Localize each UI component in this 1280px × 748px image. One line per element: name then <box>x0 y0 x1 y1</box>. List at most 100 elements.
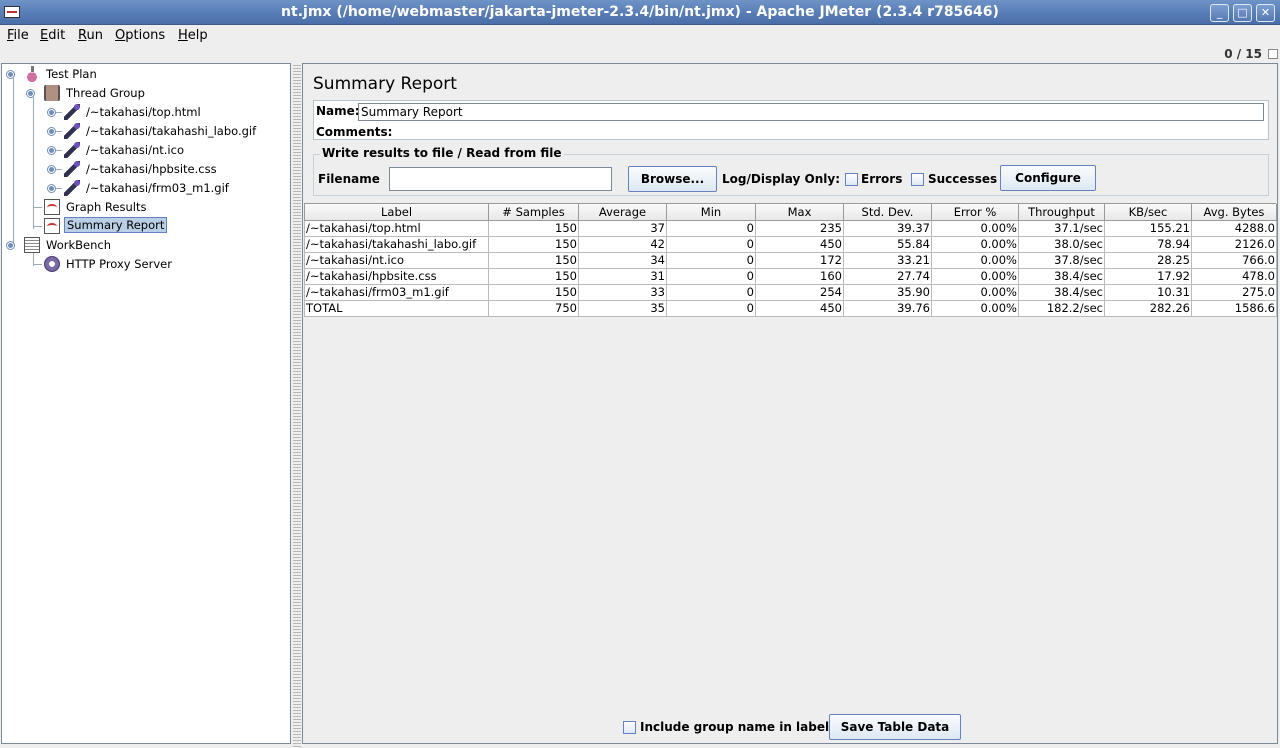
close-button[interactable]: ✕ <box>1256 4 1275 22</box>
menu-options[interactable]: Options <box>115 28 165 43</box>
table-cell: 78.94 <box>1104 235 1192 253</box>
tree-node-http-proxy-server[interactable]: HTTP Proxy Server <box>64 255 174 273</box>
graph-results-icon <box>44 199 60 215</box>
active-threads-counter: 0 / 15 <box>1224 47 1262 61</box>
table-cell: 2126.0 <box>1191 235 1277 253</box>
configure-button[interactable]: Configure <box>1000 165 1096 191</box>
leaf-handle-icon <box>47 165 56 174</box>
column-header[interactable]: # Samples <box>488 204 579 221</box>
table-cell: 150 <box>488 219 579 237</box>
menu-run[interactable]: Run <box>78 28 103 43</box>
table-cell: TOTAL <box>304 299 489 317</box>
errors-label: Errors <box>861 172 903 186</box>
tree-node-sampler[interactable]: /~takahasi/top.html <box>84 103 203 121</box>
table-cell: 750 <box>488 299 579 317</box>
minimize-button[interactable]: _ <box>1210 4 1229 22</box>
table-row[interactable]: /~takahasi/frm03_m1.gif 150 33 0 254 35.… <box>304 283 1277 301</box>
table-cell: 38.4/sec <box>1018 267 1105 285</box>
split-pane-divider[interactable] <box>293 63 301 748</box>
tree-node-sampler[interactable]: /~takahasi/hpbsite.css <box>84 160 219 178</box>
tree-line <box>13 78 14 246</box>
leaf-handle-icon <box>47 108 56 117</box>
include-group-name-checkbox[interactable] <box>623 721 636 734</box>
browse-button[interactable]: Browse... <box>628 166 717 192</box>
menu-file[interactable]: File <box>7 28 29 43</box>
table-row-total[interactable]: TOTAL 750 35 0 450 39.76 0.00% 182.2/sec… <box>304 299 1277 317</box>
table-cell: 0 <box>666 235 756 253</box>
table-cell: 155.21 <box>1104 219 1192 237</box>
table-cell: /~takahasi/takahashi_labo.gif <box>304 235 489 253</box>
tree-node-summary-report[interactable]: Summary Report <box>64 216 168 234</box>
table-cell: 182.2/sec <box>1018 299 1105 317</box>
name-label: Name: <box>316 104 360 118</box>
table-cell: 0 <box>666 267 756 285</box>
expand-toggle-icon[interactable] <box>6 70 15 79</box>
table-cell: 450 <box>755 299 844 317</box>
tree-line <box>56 150 62 151</box>
column-header[interactable]: Avg. Bytes <box>1191 204 1277 221</box>
column-header[interactable]: Error % <box>931 204 1019 221</box>
table-cell: 254 <box>755 283 844 301</box>
tree-line <box>56 169 62 170</box>
menu-bar: File Edit Run Options Help <box>0 25 1280 47</box>
jmeter-window: nt.jmx (/home/webmaster/jakarta-jmeter-2… <box>0 0 1280 748</box>
tree-node-workbench[interactable]: WorkBench <box>44 236 113 254</box>
errors-checkbox[interactable] <box>845 173 858 186</box>
panel-title: Summary Report <box>313 74 457 94</box>
column-header[interactable]: Max <box>755 204 844 221</box>
filename-input[interactable] <box>389 167 612 191</box>
column-header[interactable]: Average <box>578 204 667 221</box>
menu-edit[interactable]: Edit <box>40 28 65 43</box>
table-cell: /~takahasi/hpbsite.css <box>304 267 489 285</box>
include-group-name-label: Include group name in label? <box>640 720 837 734</box>
successes-label: Successes <box>928 172 998 186</box>
tree-node-sampler[interactable]: /~takahasi/frm03_m1.gif <box>84 179 231 197</box>
table-cell: 0.00% <box>931 283 1019 301</box>
table-cell: 160 <box>755 267 844 285</box>
column-header[interactable]: KB/sec <box>1104 204 1192 221</box>
table-cell: 10.31 <box>1104 283 1192 301</box>
expand-toggle-icon[interactable] <box>26 89 35 98</box>
column-header[interactable]: Throughput <box>1018 204 1105 221</box>
table-row[interactable]: /~takahasi/nt.ico 150 34 0 172 33.21 0.0… <box>304 251 1277 269</box>
table-cell: 275.0 <box>1191 283 1277 301</box>
table-cell: 0 <box>666 219 756 237</box>
table-cell: /~takahasi/frm03_m1.gif <box>304 283 489 301</box>
table-cell: 33.21 <box>843 251 932 269</box>
table-cell: 17.92 <box>1104 267 1192 285</box>
comments-label: Comments: <box>316 125 393 139</box>
tree-node-sampler[interactable]: /~takahasi/takahashi_labo.gif <box>84 122 258 140</box>
column-header[interactable]: Min <box>666 204 756 221</box>
table-cell: 0.00% <box>931 299 1019 317</box>
table-cell: 282.26 <box>1104 299 1192 317</box>
table-cell: 478.0 <box>1191 267 1277 285</box>
test-plan-icon <box>24 66 40 82</box>
column-header[interactable]: Std. Dev. <box>843 204 932 221</box>
table-cell: 0 <box>666 283 756 301</box>
tree-node-thread-group[interactable]: Thread Group <box>64 84 147 102</box>
save-table-data-button[interactable]: Save Table Data <box>829 714 961 740</box>
name-field[interactable] <box>358 103 1264 121</box>
log-display-only-label: Log/Display Only: <box>722 172 840 186</box>
table-cell: 4288.0 <box>1191 219 1277 237</box>
successes-checkbox[interactable] <box>911 173 924 186</box>
tree-node-test-plan[interactable]: Test Plan <box>44 65 99 83</box>
http-sampler-icon <box>64 161 80 177</box>
table-row[interactable]: /~takahasi/top.html 150 37 0 235 39.37 0… <box>304 219 1277 237</box>
menu-help[interactable]: Help <box>178 28 208 43</box>
table-row[interactable]: /~takahasi/hpbsite.css 150 31 0 160 27.7… <box>304 267 1277 285</box>
summary-report-panel: Summary Report Name: Comments: Write res… <box>302 63 1278 744</box>
http-sampler-icon <box>64 104 80 120</box>
column-header[interactable]: Label <box>304 204 489 221</box>
table-row[interactable]: /~takahasi/takahashi_labo.gif 150 42 0 4… <box>304 235 1277 253</box>
table-cell: 235 <box>755 219 844 237</box>
leaf-handle-icon <box>47 146 56 155</box>
tree-node-sampler[interactable]: /~takahasi/nt.ico <box>84 141 186 159</box>
expand-toggle-icon[interactable] <box>6 241 15 250</box>
maximize-button[interactable]: □ <box>1233 4 1252 22</box>
tree-line <box>33 264 42 265</box>
summary-table-container: Label # Samples Average Min Max Std. Dev… <box>304 203 1277 707</box>
tree-node-graph-results[interactable]: Graph Results <box>64 198 148 216</box>
tree-line <box>33 226 42 227</box>
write-results-fieldset: Write results to file / Read from file F… <box>313 146 1269 196</box>
